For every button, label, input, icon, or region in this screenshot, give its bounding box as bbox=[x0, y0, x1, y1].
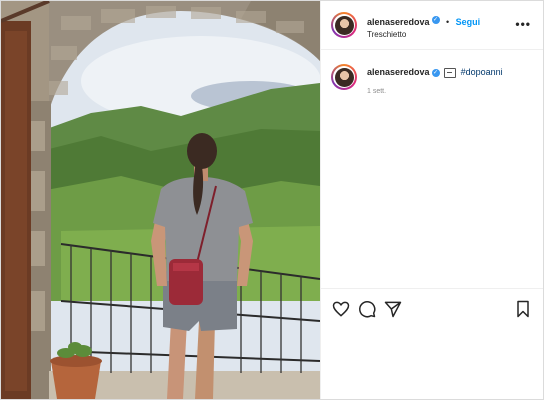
avatar-image bbox=[334, 15, 354, 35]
header-text: alenaseredova ✓ • Segui Treschietto bbox=[367, 11, 480, 40]
share-icon[interactable] bbox=[383, 299, 403, 319]
separator-dot: • bbox=[446, 16, 450, 27]
caption-avatar[interactable] bbox=[331, 64, 357, 90]
follow-button[interactable]: Segui bbox=[456, 17, 481, 27]
more-options-icon[interactable]: ••• bbox=[515, 17, 531, 31]
comments-section: alenaseredova ✓ #dopoanni 1 sett. bbox=[321, 50, 543, 288]
caption-avatar-image bbox=[334, 67, 354, 87]
speech-bubble-emoji-icon bbox=[444, 67, 457, 78]
post-sidebar: alenaseredova ✓ • Segui Treschietto ••• a… bbox=[320, 1, 543, 399]
hashtag-link[interactable]: #dopoanni bbox=[461, 67, 503, 77]
caption-verified-icon: ✓ bbox=[431, 68, 440, 77]
location-link[interactable]: Treschietto bbox=[367, 30, 480, 40]
instagram-post: alenaseredova ✓ • Segui Treschietto ••• a… bbox=[0, 0, 544, 400]
post-time[interactable]: 1 sett. bbox=[367, 88, 503, 95]
username-link[interactable]: alenaseredova bbox=[367, 17, 430, 27]
comment-icon[interactable] bbox=[357, 299, 377, 319]
caption-username[interactable]: alenaseredova bbox=[367, 67, 430, 77]
action-bar bbox=[321, 288, 543, 329]
post-photo[interactable] bbox=[1, 1, 320, 399]
photo-image bbox=[1, 1, 320, 399]
avatar[interactable] bbox=[331, 12, 357, 38]
verified-icon: ✓ bbox=[431, 16, 440, 25]
caption: alenaseredova ✓ #dopoanni 1 sett. bbox=[331, 64, 533, 95]
post-header: alenaseredova ✓ • Segui Treschietto ••• bbox=[321, 1, 543, 50]
bookmark-icon[interactable] bbox=[513, 299, 533, 319]
heart-icon[interactable] bbox=[331, 299, 351, 319]
post-footer bbox=[321, 329, 543, 399]
